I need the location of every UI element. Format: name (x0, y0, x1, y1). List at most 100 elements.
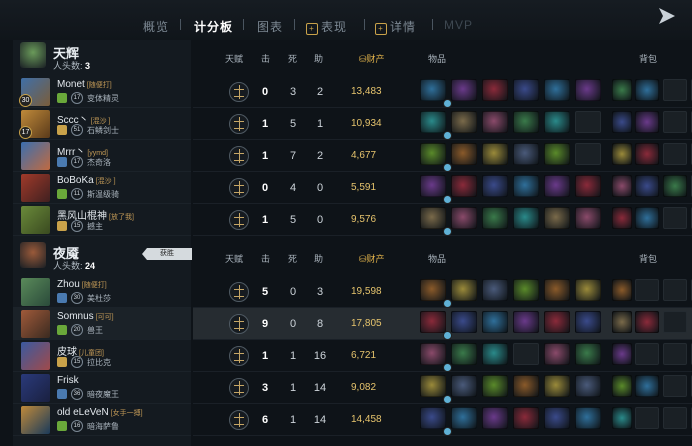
item-slot-icon[interactable] (513, 111, 539, 133)
player-row[interactable]: old eLeVeN [女手一搏] 16 暗海萨鲁 (13, 404, 191, 436)
item-slot-icon[interactable] (575, 175, 601, 197)
neutral-item-icon[interactable] (612, 407, 632, 429)
item-slot-icon[interactable] (451, 343, 477, 365)
scoreboard-row[interactable]: 9 0 8 17,805 (193, 308, 692, 340)
item-slot-icon[interactable] (544, 279, 570, 301)
item-slot-icon[interactable] (451, 143, 477, 165)
player-row[interactable]: BoBoKa [混沙 ] 11 斯温级骑 (13, 172, 191, 204)
item-slot-icon[interactable] (544, 343, 570, 365)
talent-tree-icon[interactable] (229, 378, 249, 398)
item-slot-icon[interactable] (451, 407, 477, 429)
scoreboard-row[interactable]: 3 1 14 9,082 (193, 372, 692, 404)
backpack-item-icon[interactable] (635, 79, 659, 101)
player-name[interactable]: Somnus [可可] (57, 311, 114, 322)
item-slot-icon[interactable] (451, 279, 477, 301)
player-row[interactable]: Zhou [随便打] 30 美杜莎 (13, 276, 191, 308)
item-slot-icon[interactable] (482, 311, 508, 333)
item-slot-icon[interactable] (451, 111, 477, 133)
player-row[interactable]: 30 Monet [随便打] 17 变体精灵 (13, 76, 191, 108)
backpack-item-icon[interactable] (663, 175, 687, 197)
item-slot-icon[interactable] (544, 311, 570, 333)
scoreboard-row[interactable]: 0 4 0 5,591 (193, 172, 692, 204)
neutral-item-icon[interactable] (612, 79, 632, 101)
item-slot-icon[interactable] (482, 343, 508, 365)
item-slot-icon[interactable] (451, 207, 477, 229)
item-slot-icon[interactable] (482, 207, 508, 229)
backpack-item-icon[interactable] (635, 311, 659, 333)
item-slot-icon[interactable] (420, 79, 452, 108)
player-name[interactable]: Sccc丶 [混沙 ] (57, 111, 111, 126)
item-slot-icon[interactable] (575, 407, 601, 429)
item-slot-icon[interactable] (575, 79, 601, 101)
item-slot-icon[interactable] (544, 143, 570, 165)
player-name[interactable]: Zhou [随便打] (57, 279, 107, 290)
player-name[interactable]: Monet [随便打] (57, 79, 112, 90)
tab-performance[interactable]: + 表现 (306, 18, 347, 35)
item-slot-icon[interactable] (420, 279, 452, 308)
tab-mvp[interactable]: MVP (444, 18, 473, 32)
item-slot-icon[interactable] (513, 175, 539, 197)
item-slot-icon[interactable] (420, 111, 452, 140)
item-slot-icon[interactable] (544, 375, 570, 397)
backpack-item-icon[interactable] (635, 111, 659, 133)
item-slot-icon[interactable] (575, 311, 601, 333)
item-slot-icon[interactable] (482, 111, 508, 133)
neutral-item-icon[interactable] (612, 175, 632, 197)
item-slot-icon[interactable] (575, 375, 601, 397)
item-slot-icon[interactable] (544, 407, 570, 429)
item-slot-icon[interactable] (513, 311, 539, 333)
item-slot-icon[interactable] (482, 143, 508, 165)
item-slot-icon[interactable] (420, 207, 452, 236)
tab-graphs[interactable]: 图表 (257, 18, 283, 35)
tab-overview[interactable]: 概览 (143, 18, 169, 35)
player-row[interactable]: 黑风山棍神 [放了我] 15 撼主 (13, 204, 191, 236)
item-slot-icon[interactable] (513, 79, 539, 101)
item-slot-icon[interactable] (544, 175, 570, 197)
item-slot-icon[interactable] (513, 143, 539, 165)
item-slot-icon[interactable] (482, 79, 508, 101)
scoreboard-row[interactable]: 6 1 14 14,458 (193, 404, 692, 436)
item-slot-icon[interactable] (482, 175, 508, 197)
item-slot-icon[interactable] (420, 175, 452, 204)
tab-scoreboard[interactable]: 计分板 (194, 18, 233, 35)
item-slot-icon[interactable] (451, 79, 477, 101)
item-slot-icon[interactable] (513, 207, 539, 229)
player-name[interactable]: 皮球 [儿童团] (57, 343, 104, 358)
backpack-item-icon[interactable] (635, 143, 659, 165)
item-slot-icon[interactable] (544, 207, 570, 229)
player-name[interactable]: 黑风山棍神 [放了我] (57, 207, 134, 222)
talent-tree-icon[interactable] (229, 210, 249, 230)
backpack-item-icon[interactable] (635, 207, 659, 229)
item-slot-icon[interactable] (544, 111, 570, 133)
player-row[interactable]: 皮球 [儿童团] 15 拉比克 (13, 340, 191, 372)
item-slot-icon[interactable] (420, 407, 452, 436)
item-slot-icon[interactable] (420, 143, 452, 172)
neutral-item-icon[interactable] (612, 375, 632, 397)
talent-tree-icon[interactable] (229, 82, 249, 102)
scoreboard-row[interactable]: 1 7 2 4,677 (193, 140, 692, 172)
item-slot-icon[interactable] (575, 207, 601, 229)
talent-tree-icon[interactable] (229, 314, 249, 334)
talent-tree-icon[interactable] (229, 178, 249, 198)
neutral-item-icon[interactable] (612, 343, 632, 365)
item-slot-icon[interactable] (451, 311, 477, 333)
scoreboard-row[interactable]: 1 5 0 9,576 (193, 204, 692, 236)
item-slot-icon[interactable] (513, 407, 539, 429)
item-slot-icon[interactable] (420, 343, 452, 372)
neutral-item-icon[interactable] (612, 111, 632, 133)
item-slot-icon[interactable] (482, 407, 508, 429)
talent-tree-icon[interactable] (229, 410, 249, 430)
player-name[interactable]: BoBoKa [混沙 ] (57, 175, 116, 186)
forward-arrow-icon[interactable] (656, 6, 678, 26)
player-row[interactable]: Frisk 36 暗夜魔王 (13, 372, 191, 404)
neutral-item-icon[interactable] (612, 279, 632, 301)
item-slot-icon[interactable] (513, 279, 539, 301)
item-slot-icon[interactable] (513, 375, 539, 397)
item-slot-icon[interactable] (451, 175, 477, 197)
player-name[interactable]: Mrrr丶 [yymd] (57, 143, 108, 158)
item-slot-icon[interactable] (575, 279, 601, 301)
player-row[interactable]: Somnus [可可] 20 兽王 (13, 308, 191, 340)
scoreboard-row[interactable]: 0 3 2 13,483 (193, 76, 692, 108)
neutral-item-icon[interactable] (612, 207, 632, 229)
item-slot-icon[interactable] (544, 79, 570, 101)
